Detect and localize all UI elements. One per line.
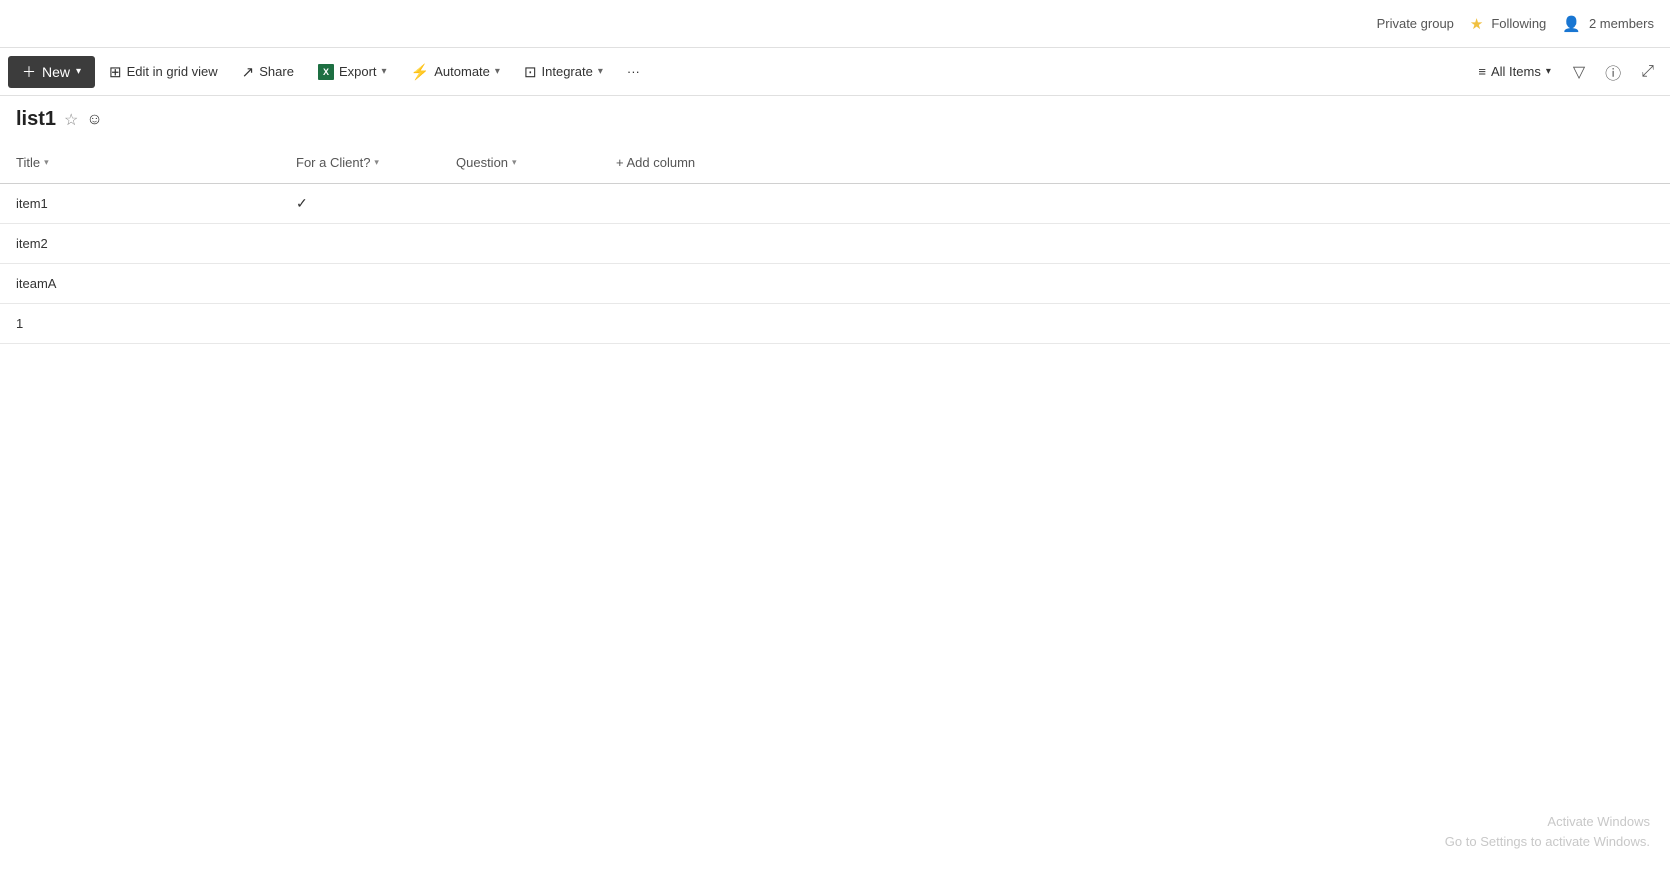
list-icon: ≡ <box>1478 64 1486 79</box>
members-label: 2 members <box>1589 16 1654 31</box>
toolbar: ＋ New ▾ ⊞ Edit in grid view ↗ Share X Ex… <box>0 48 1670 96</box>
person-icon: 👤 <box>1562 15 1581 33</box>
row-title-cell: item2 <box>0 223 280 263</box>
plus-icon: ＋ <box>22 62 36 82</box>
col-header-add[interactable]: + Add column <box>600 143 1670 183</box>
row-client-cell <box>280 223 440 263</box>
row-client-cell <box>280 263 440 303</box>
members-section[interactable]: 👤 2 members <box>1562 15 1654 33</box>
activate-windows-watermark: Activate Windows Go to Settings to activ… <box>1445 812 1650 851</box>
client-col-label: For a Client? <box>296 155 370 170</box>
following-section[interactable]: ★ Following <box>1470 15 1546 33</box>
integrate-button[interactable]: ⊡ Integrate ▾ <box>514 57 613 87</box>
col-header-question[interactable]: Question ▾ <box>440 143 600 183</box>
automate-chevron-icon: ▾ <box>495 66 500 77</box>
edit-grid-button[interactable]: ⊞ Edit in grid view <box>99 57 228 87</box>
title-col-label: Title <box>16 155 40 170</box>
question-col-label: Question <box>456 155 508 170</box>
more-label: ··· <box>627 64 640 79</box>
top-bar: Private group ★ Following 👤 2 members <box>0 0 1670 48</box>
integrate-icon: ⊡ <box>524 63 537 81</box>
col-header-client[interactable]: For a Client? ▾ <box>280 143 440 183</box>
title-sort-icon: ▾ <box>44 157 49 168</box>
row-question-cell <box>440 183 600 223</box>
expand-icon: ⤢ <box>1641 63 1654 80</box>
export-button[interactable]: X Export ▾ <box>308 58 397 86</box>
expand-button[interactable]: ⤢ <box>1633 57 1662 87</box>
row-question-cell <box>440 303 600 343</box>
row-question-cell <box>440 263 600 303</box>
new-button-label: New <box>42 64 70 80</box>
client-sort-icon: ▾ <box>374 157 379 168</box>
info-icon: ⓘ <box>1605 66 1621 83</box>
row-extra-cell <box>600 223 1670 263</box>
share-label: Share <box>259 64 294 79</box>
row-client-cell <box>280 303 440 343</box>
row-title-cell: item1 <box>0 183 280 223</box>
more-button[interactable]: ··· <box>617 58 650 85</box>
toolbar-right: ≡ All Items ▾ ▽ ⓘ ⤢ <box>1468 54 1662 90</box>
private-group-label: Private group <box>1377 16 1454 31</box>
watermark-line2: Go to Settings to activate Windows. <box>1445 832 1650 852</box>
row-extra-cell <box>600 303 1670 343</box>
all-items-button[interactable]: ≡ All Items ▾ <box>1468 58 1560 85</box>
excel-icon: X <box>318 64 334 80</box>
row-question-cell <box>440 223 600 263</box>
table-row[interactable]: item1 ✓ <box>0 183 1670 223</box>
new-chevron-icon: ▾ <box>76 66 81 77</box>
filter-button[interactable]: ▽ <box>1565 56 1593 88</box>
info-button[interactable]: ⓘ <box>1597 54 1629 90</box>
favorite-star-icon[interactable]: ☆ <box>64 110 78 130</box>
row-title-cell: iteamA <box>0 263 280 303</box>
watermark-line1: Activate Windows <box>1445 812 1650 832</box>
star-icon: ★ <box>1470 15 1483 33</box>
following-label: Following <box>1491 16 1546 31</box>
automate-icon: ⚡ <box>411 63 430 81</box>
private-group-section: Private group <box>1377 16 1454 31</box>
filter-icon: ▽ <box>1573 64 1585 81</box>
table-row[interactable]: item2 <box>0 223 1670 263</box>
list-table: Title ▾ For a Client? ▾ Question ▾ + Add… <box>0 143 1670 344</box>
page-title-bar: list1 ☆ ☺ <box>0 96 1670 143</box>
all-items-label: All Items <box>1491 64 1541 79</box>
table-row[interactable]: iteamA <box>0 263 1670 303</box>
table-header-row: Title ▾ For a Client? ▾ Question ▾ + Add… <box>0 143 1670 183</box>
row-title-cell: 1 <box>0 303 280 343</box>
share-button[interactable]: ↗ Share <box>232 57 304 87</box>
edit-grid-label: Edit in grid view <box>127 64 218 79</box>
all-items-chevron-icon: ▾ <box>1546 66 1551 77</box>
automate-button[interactable]: ⚡ Automate ▾ <box>401 57 510 87</box>
export-chevron-icon: ▾ <box>382 66 387 77</box>
row-extra-cell <box>600 183 1670 223</box>
automate-label: Automate <box>434 64 490 79</box>
grid-icon: ⊞ <box>109 63 122 81</box>
integrate-label: Integrate <box>542 64 593 79</box>
page-title: list1 <box>16 108 56 131</box>
row-extra-cell <box>600 263 1670 303</box>
checkmark-icon: ✓ <box>296 195 308 211</box>
share-icon: ↗ <box>242 63 255 81</box>
col-header-title[interactable]: Title ▾ <box>0 143 280 183</box>
add-col-label: + Add column <box>616 155 695 170</box>
integrate-chevron-icon: ▾ <box>598 66 603 77</box>
table-row[interactable]: 1 <box>0 303 1670 343</box>
new-button[interactable]: ＋ New ▾ <box>8 56 95 88</box>
row-client-cell: ✓ <box>280 183 440 223</box>
export-label: Export <box>339 64 377 79</box>
add-column-button[interactable]: + Add column <box>616 155 695 170</box>
question-sort-icon: ▾ <box>512 157 517 168</box>
emoji-picker-icon[interactable]: ☺ <box>86 111 102 129</box>
